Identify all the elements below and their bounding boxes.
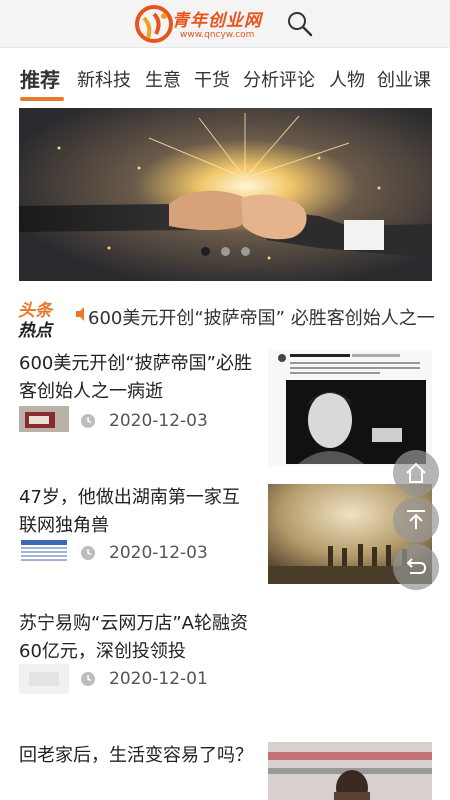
ticker-text: 600美元开创“披萨帝国” 必胜客创始人之一 <box>88 308 435 329</box>
news-image[interactable] <box>268 350 432 466</box>
return-icon <box>406 558 427 574</box>
return-button[interactable] <box>393 544 439 590</box>
active-tab-indicator <box>20 97 64 101</box>
clock-icon <box>81 414 95 428</box>
headline-ticker[interactable]: 头条 热点 600美元开创“披萨帝国” 必胜客创始人之一 <box>0 296 450 341</box>
tab-practical[interactable]: 干货 <box>194 66 230 92</box>
tab-recommend[interactable]: 推荐 <box>20 64 60 93</box>
tab-analysis[interactable]: 分析评论 <box>243 66 315 92</box>
home-button[interactable] <box>393 450 439 496</box>
carousel-dots <box>0 244 450 258</box>
clock-icon <box>81 546 95 560</box>
site-logo[interactable]: 青年创业网 www.qncyw.com <box>134 4 284 44</box>
news-title[interactable]: 苏宁易购“云网万店”A轮融资60亿元，深创投领投 <box>19 610 254 666</box>
tab-new-tech[interactable]: 新科技 <box>77 66 131 92</box>
clock-icon <box>81 672 95 686</box>
news-thumb-small <box>19 664 69 694</box>
news-title[interactable]: 回老家后，生活变容易了吗？ <box>19 742 254 770</box>
news-date: 2020-12-03 <box>109 543 208 563</box>
news-date: 2020-12-01 <box>109 669 208 689</box>
speaker-icon <box>76 307 84 321</box>
carousel-dot[interactable] <box>201 247 210 256</box>
logo-url: www.qncyw.com <box>180 30 255 40</box>
tab-startup-course[interactable]: 创业课 <box>377 66 431 92</box>
logo-mark-icon <box>135 5 173 43</box>
category-tabs: 推荐 新科技 生意 干货 分析评论 人物 创业课 <box>0 56 450 102</box>
carousel-dot[interactable] <box>221 247 230 256</box>
news-date: 2020-12-03 <box>109 411 208 431</box>
tab-business[interactable]: 生意 <box>145 66 181 92</box>
back-to-top-button[interactable] <box>393 497 439 543</box>
headline-badge: 头条 热点 <box>18 296 60 341</box>
search-icon[interactable] <box>286 10 314 38</box>
carousel-dot[interactable] <box>241 247 250 256</box>
news-title[interactable]: 600美元开创“披萨帝国”必胜客创始人之一病逝 <box>19 350 254 406</box>
top-header: 青年创业网 www.qncyw.com <box>0 0 450 48</box>
logo-name: 青年创业网 <box>172 11 262 31</box>
back-to-top-icon <box>407 510 425 529</box>
news-image[interactable] <box>268 742 432 800</box>
news-thumb-small <box>19 406 69 432</box>
tab-people[interactable]: 人物 <box>329 66 365 92</box>
news-thumb-small <box>19 538 69 564</box>
home-icon <box>406 462 426 483</box>
badge-line2: 热点 <box>18 321 52 341</box>
news-title[interactable]: 47岁，他做出湖南第一家互联网独角兽 <box>19 484 254 540</box>
